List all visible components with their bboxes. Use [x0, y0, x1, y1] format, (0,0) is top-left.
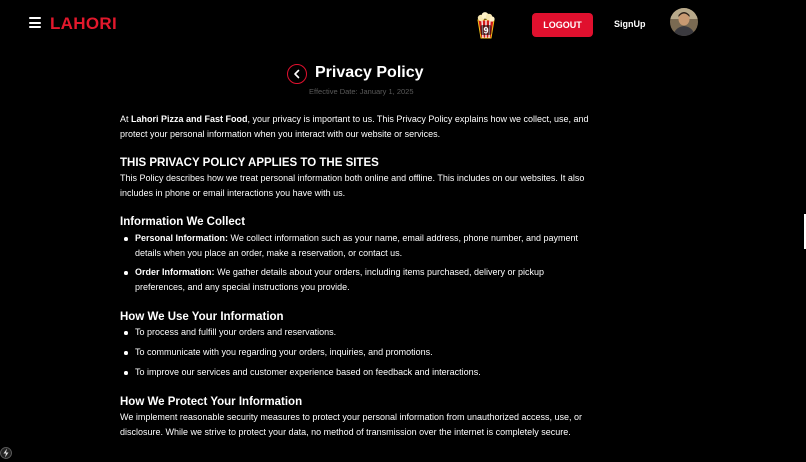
- section-heading-collect: Information We Collect: [120, 216, 246, 228]
- section-text-applies: This Policy describes how we treat perso…: [120, 173, 585, 198]
- top-navbar: LAHORI 9 LOGOUT SignUp: [0, 0, 806, 50]
- list-item: To communicate with you regarding your o…: [120, 345, 590, 360]
- back-button[interactable]: [287, 64, 307, 84]
- section-heading-applies: THIS PRIVACY POLICY APPLIES TO THE SITES: [120, 157, 379, 169]
- use-list: To process and fulfill your orders and r…: [120, 325, 590, 380]
- chevron-left-icon: [294, 69, 300, 79]
- user-avatar[interactable]: [670, 8, 698, 36]
- lightning-icon[interactable]: [0, 446, 12, 460]
- signup-link[interactable]: SignUp: [614, 19, 646, 29]
- logout-button[interactable]: LOGOUT: [532, 13, 593, 37]
- policy-content: At Lahori Pizza and Fast Food, your priv…: [120, 112, 590, 440]
- page-title: Privacy Policy: [315, 64, 424, 81]
- hamburger-menu-icon[interactable]: [29, 17, 41, 28]
- section-text-protect: We implement reasonable security measure…: [120, 412, 583, 437]
- list-item: Personal Information: We collect informa…: [120, 231, 590, 261]
- section-heading-protect: How We Protect Your Information: [120, 396, 303, 408]
- cart-count: 9: [483, 26, 488, 36]
- company-name: Lahori Pizza and Fast Food: [131, 114, 248, 124]
- collect-list: Personal Information: We collect informa…: [120, 231, 590, 295]
- list-item: To improve our services and customer exp…: [120, 365, 590, 380]
- section-heading-use: How We Use Your Information: [120, 311, 284, 323]
- list-item: To process and fulfill your orders and r…: [120, 325, 590, 340]
- list-item: Order Information: We gather details abo…: [120, 265, 590, 295]
- cart-icon[interactable]: 9: [473, 11, 499, 39]
- effective-date: Effective Date: January 1, 2025: [309, 87, 414, 96]
- intro-paragraph: At Lahori Pizza and Fast Food, your priv…: [120, 114, 589, 139]
- brand-logo[interactable]: LAHORI: [50, 14, 117, 34]
